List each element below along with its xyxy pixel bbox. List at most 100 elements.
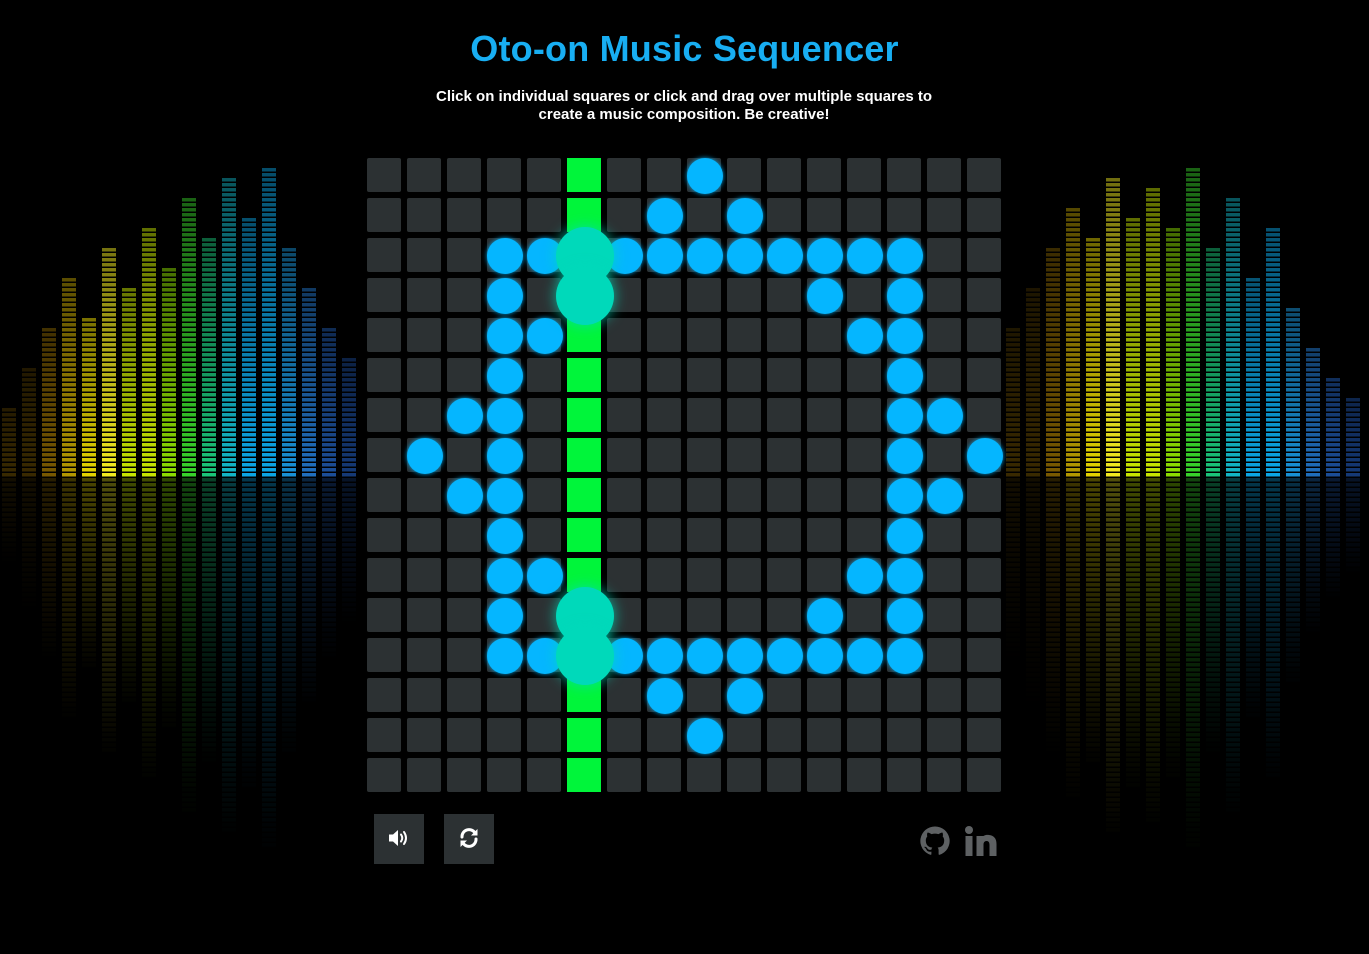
- grid-cell-r13-c10[interactable]: [767, 678, 801, 712]
- note[interactable]: [807, 278, 843, 314]
- grid-cell-r6-c9[interactable]: [727, 398, 761, 432]
- grid-cell-r11-c9[interactable]: [727, 598, 761, 632]
- note[interactable]: [847, 238, 883, 274]
- grid-cell-r14-c2[interactable]: [447, 718, 481, 752]
- grid-cell-r7-c2[interactable]: [447, 438, 481, 472]
- grid-cell-r12-c1[interactable]: [407, 638, 441, 672]
- note[interactable]: [447, 398, 483, 434]
- grid-cell-r12-c0[interactable]: [367, 638, 401, 672]
- grid-cell-r14-c11[interactable]: [807, 718, 841, 752]
- note[interactable]: [807, 238, 843, 274]
- note[interactable]: [487, 358, 523, 394]
- note[interactable]: [847, 318, 883, 354]
- note[interactable]: [727, 638, 763, 674]
- grid-cell-r6-c0[interactable]: [367, 398, 401, 432]
- note[interactable]: [487, 558, 523, 594]
- grid-cell-r14-c7[interactable]: [647, 718, 681, 752]
- grid-cell-r15-c2[interactable]: [447, 758, 481, 792]
- grid-cell-r13-c13[interactable]: [887, 678, 921, 712]
- note[interactable]: [767, 238, 803, 274]
- grid-cell-r11-c12[interactable]: [847, 598, 881, 632]
- grid-cell-r1-c11[interactable]: [807, 198, 841, 232]
- grid-cell-r8-c5[interactable]: [567, 478, 601, 512]
- grid-cell-r11-c14[interactable]: [927, 598, 961, 632]
- grid-cell-r6-c11[interactable]: [807, 398, 841, 432]
- grid-cell-r14-c15[interactable]: [967, 718, 1001, 752]
- grid-cell-r5-c14[interactable]: [927, 358, 961, 392]
- note[interactable]: [767, 638, 803, 674]
- grid-cell-r15-c3[interactable]: [487, 758, 521, 792]
- grid-cell-r6-c12[interactable]: [847, 398, 881, 432]
- grid-cell-r11-c8[interactable]: [687, 598, 721, 632]
- grid-cell-r1-c6[interactable]: [607, 198, 641, 232]
- grid-cell-r0-c15[interactable]: [967, 158, 1001, 192]
- grid-cell-r0-c13[interactable]: [887, 158, 921, 192]
- grid-cell-r9-c6[interactable]: [607, 518, 641, 552]
- note[interactable]: [887, 278, 923, 314]
- grid-cell-r9-c1[interactable]: [407, 518, 441, 552]
- grid-cell-r3-c9[interactable]: [727, 278, 761, 312]
- note[interactable]: [887, 638, 923, 674]
- grid-cell-r14-c9[interactable]: [727, 718, 761, 752]
- linkedin-link[interactable]: [962, 824, 1000, 862]
- grid-cell-r1-c14[interactable]: [927, 198, 961, 232]
- grid-cell-r0-c11[interactable]: [807, 158, 841, 192]
- grid-cell-r5-c9[interactable]: [727, 358, 761, 392]
- grid-cell-r5-c10[interactable]: [767, 358, 801, 392]
- grid-cell-r14-c10[interactable]: [767, 718, 801, 752]
- note[interactable]: [687, 238, 723, 274]
- grid-cell-r1-c4[interactable]: [527, 198, 561, 232]
- grid-cell-r0-c0[interactable]: [367, 158, 401, 192]
- grid-cell-r9-c12[interactable]: [847, 518, 881, 552]
- grid-cell-r6-c10[interactable]: [767, 398, 801, 432]
- note[interactable]: [487, 638, 523, 674]
- grid-cell-r10-c9[interactable]: [727, 558, 761, 592]
- grid-cell-r5-c15[interactable]: [967, 358, 1001, 392]
- grid-cell-r5-c4[interactable]: [527, 358, 561, 392]
- grid-cell-r10-c7[interactable]: [647, 558, 681, 592]
- grid-cell-r13-c3[interactable]: [487, 678, 521, 712]
- grid-cell-r10-c14[interactable]: [927, 558, 961, 592]
- note[interactable]: [727, 678, 763, 714]
- grid-cell-r4-c8[interactable]: [687, 318, 721, 352]
- grid-cell-r11-c7[interactable]: [647, 598, 681, 632]
- grid-cell-r14-c1[interactable]: [407, 718, 441, 752]
- grid-cell-r8-c12[interactable]: [847, 478, 881, 512]
- grid-cell-r15-c9[interactable]: [727, 758, 761, 792]
- note-playing[interactable]: [556, 267, 614, 325]
- grid-cell-r8-c7[interactable]: [647, 478, 681, 512]
- grid-cell-r14-c13[interactable]: [887, 718, 921, 752]
- note[interactable]: [887, 238, 923, 274]
- grid-cell-r0-c14[interactable]: [927, 158, 961, 192]
- grid-cell-r15-c8[interactable]: [687, 758, 721, 792]
- note[interactable]: [487, 238, 523, 274]
- reset-button[interactable]: [444, 814, 494, 864]
- grid-cell-r3-c0[interactable]: [367, 278, 401, 312]
- grid-cell-r6-c7[interactable]: [647, 398, 681, 432]
- grid-cell-r7-c0[interactable]: [367, 438, 401, 472]
- grid-cell-r12-c2[interactable]: [447, 638, 481, 672]
- grid-cell-r9-c0[interactable]: [367, 518, 401, 552]
- grid-cell-r14-c14[interactable]: [927, 718, 961, 752]
- grid-cell-r15-c6[interactable]: [607, 758, 641, 792]
- grid-cell-r0-c9[interactable]: [727, 158, 761, 192]
- grid-cell-r15-c1[interactable]: [407, 758, 441, 792]
- grid-cell-r5-c7[interactable]: [647, 358, 681, 392]
- grid-cell-r3-c15[interactable]: [967, 278, 1001, 312]
- grid-cell-r10-c11[interactable]: [807, 558, 841, 592]
- grid-cell-r14-c4[interactable]: [527, 718, 561, 752]
- note[interactable]: [887, 318, 923, 354]
- grid-cell-r0-c10[interactable]: [767, 158, 801, 192]
- grid-cell-r7-c4[interactable]: [527, 438, 561, 472]
- grid-cell-r4-c0[interactable]: [367, 318, 401, 352]
- note[interactable]: [647, 678, 683, 714]
- note[interactable]: [407, 438, 443, 474]
- note[interactable]: [887, 398, 923, 434]
- grid-cell-r8-c4[interactable]: [527, 478, 561, 512]
- note[interactable]: [687, 158, 723, 194]
- grid-cell-r2-c1[interactable]: [407, 238, 441, 272]
- note[interactable]: [967, 438, 1003, 474]
- grid-cell-r10-c2[interactable]: [447, 558, 481, 592]
- grid-cell-r1-c15[interactable]: [967, 198, 1001, 232]
- grid-cell-r3-c1[interactable]: [407, 278, 441, 312]
